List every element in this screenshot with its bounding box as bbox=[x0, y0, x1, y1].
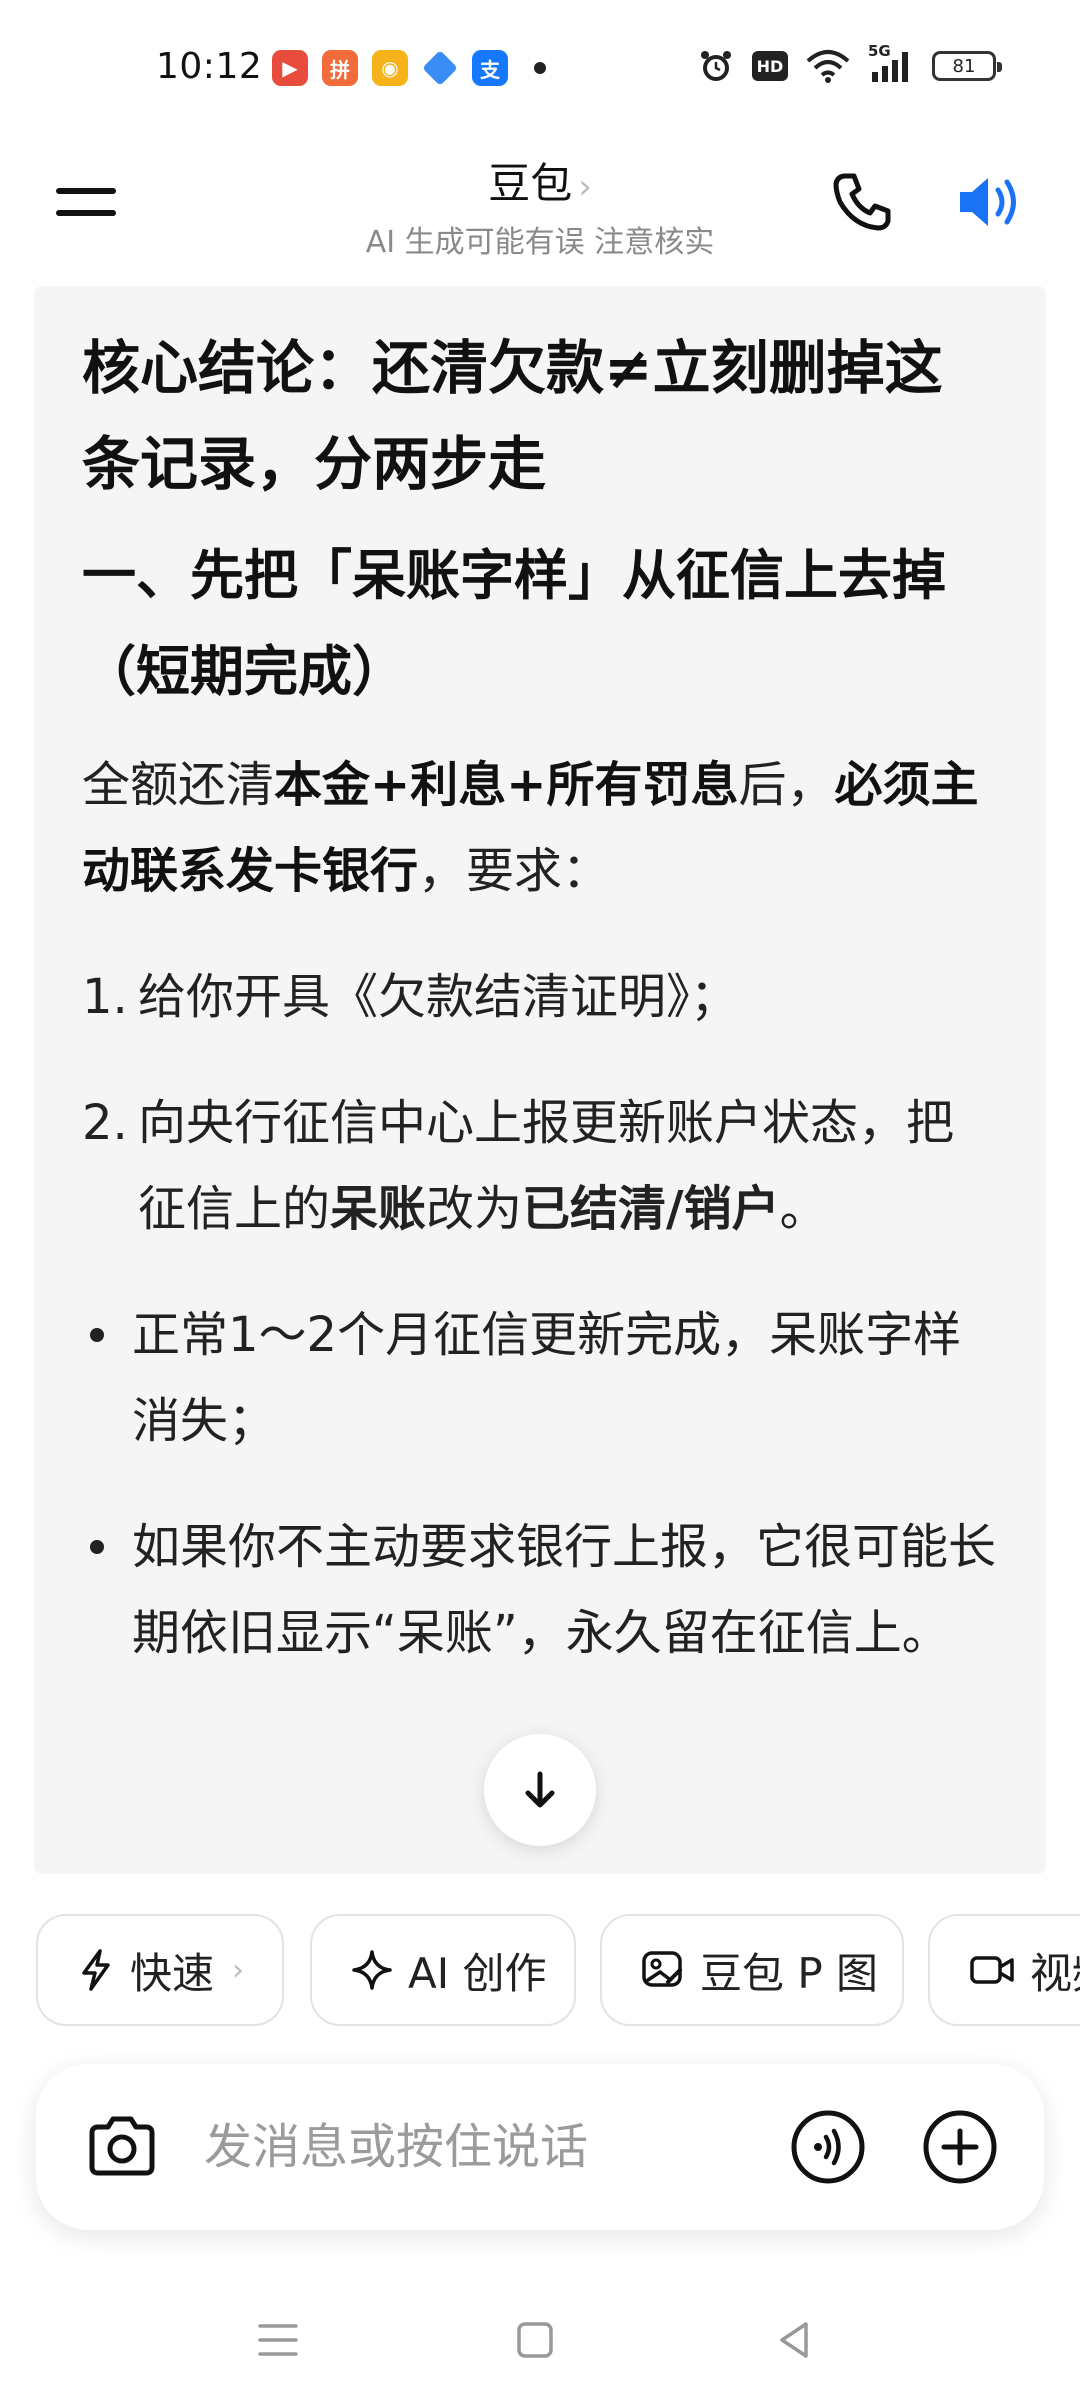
hd-icon: HD bbox=[752, 51, 788, 81]
camera-icon bbox=[89, 2116, 155, 2176]
signal-icon: 5G bbox=[868, 42, 914, 84]
message-input-bar bbox=[36, 2064, 1044, 2230]
nav-back-button[interactable] bbox=[764, 2310, 824, 2370]
more-notifications-dot bbox=[534, 62, 546, 74]
bullet-icon bbox=[90, 1328, 104, 1342]
plus-icon bbox=[923, 2110, 997, 2184]
speaker-button[interactable] bbox=[950, 162, 1030, 242]
recents-menu-icon bbox=[258, 2324, 298, 2356]
sparkle-icon bbox=[352, 1950, 392, 1990]
intro-text: 全额还清 bbox=[82, 757, 275, 813]
home-square-icon bbox=[517, 2322, 553, 2358]
speaker-icon bbox=[960, 178, 1016, 226]
bullet-text: 正常1～2个月征信更新完成，呆账字样消失； bbox=[132, 1307, 962, 1449]
list-item-text: 。 bbox=[779, 1181, 828, 1237]
bullet-list-item: 正常1～2个月征信更新完成，呆账字样消失； bbox=[82, 1292, 996, 1464]
alarm-icon bbox=[701, 51, 731, 81]
phone-call-button[interactable] bbox=[822, 162, 902, 242]
ai-message-card: 核心结论：还清欠款≠立刻删掉这条记录，分两步走 一、先把「呆账字样」从征信上去掉… bbox=[34, 286, 1046, 1874]
chat-header: 豆包 › AI 生成可能有误 注意核实 bbox=[0, 140, 1080, 270]
ai-disclaimer: AI 生成可能有误 注意核实 bbox=[365, 225, 715, 260]
chip-fast[interactable]: 快速 › bbox=[36, 1914, 284, 2026]
chat-title[interactable]: 豆包 › bbox=[0, 150, 1080, 211]
quick-action-chips: 快速 › AI 创作 豆包 P 图 视频 bbox=[36, 1914, 1080, 2026]
chat-title-area[interactable]: 豆包 › AI 生成可能有误 注意核实 bbox=[0, 150, 1080, 261]
intro-text: 后， bbox=[738, 757, 835, 813]
wifi-icon bbox=[806, 50, 850, 83]
nav-menu-button[interactable] bbox=[248, 2310, 308, 2370]
list-item-text: 给你开具《欠款结清证明》； bbox=[138, 969, 739, 1025]
list-number: 2. bbox=[82, 1095, 128, 1151]
ordered-list-item: 2. 向央行征信中心上报更新账户状态，把征信上的呆账改为已结清/销户。 bbox=[82, 1080, 996, 1252]
back-triangle-icon bbox=[780, 2322, 808, 2358]
list-item-bold-text: 已结清/销户 bbox=[522, 1181, 780, 1237]
intro-bold-text: 本金+利息+所有罚息 bbox=[274, 757, 739, 813]
video-app-icon: ▶ bbox=[272, 50, 308, 86]
status-time: 10:12 bbox=[156, 46, 263, 87]
nav-home-button[interactable] bbox=[505, 2310, 565, 2370]
list-number: 1. bbox=[82, 969, 128, 1025]
weibo-icon: ◉ bbox=[372, 50, 408, 86]
battery-indicator: 81 bbox=[932, 51, 1002, 81]
phone-icon bbox=[833, 173, 891, 231]
list-item-bold-text: 呆账 bbox=[330, 1181, 427, 1237]
voice-call-button[interactable] bbox=[788, 2107, 868, 2187]
intro-text: ，要求： bbox=[418, 843, 611, 899]
chip-label: 快速 bbox=[130, 1948, 215, 1998]
lightning-icon bbox=[82, 1949, 110, 1991]
notification-icons: ▶ 拼 ◉ 支 bbox=[272, 50, 546, 86]
bullet-list-item: 如果你不主动要求银行上报，它很可能长期依旧显示“呆账”，永久留在征信上。 bbox=[82, 1504, 996, 1676]
chip-label: 豆包 P 图 bbox=[700, 1948, 879, 1998]
chip-ai-create[interactable]: AI 创作 bbox=[310, 1914, 576, 2026]
camera-button[interactable] bbox=[82, 2107, 162, 2187]
scroll-to-bottom-button[interactable] bbox=[484, 1734, 596, 1846]
bullet-text: 如果你不主动要求银行上报，它很可能长期依旧显示“呆账”，永久留在征信上。 bbox=[132, 1519, 997, 1661]
chip-video[interactable]: 视频 bbox=[928, 1914, 1080, 2026]
list-item-text: 改为 bbox=[426, 1181, 523, 1237]
chip-label: 视频 bbox=[1030, 1948, 1080, 1998]
arrow-down-icon bbox=[525, 1771, 555, 1808]
message-input[interactable] bbox=[204, 2104, 764, 2190]
section-title: 一、先把「呆账字样」从征信上去掉（短期完成） bbox=[82, 544, 946, 703]
blue-app-icon bbox=[422, 50, 458, 86]
chip-image-edit[interactable]: 豆包 P 图 bbox=[600, 1914, 904, 2026]
video-camera-icon bbox=[970, 1956, 1014, 1984]
alipay-icon: 支 bbox=[472, 50, 508, 86]
status-bar: 10:12 ▶ 拼 ◉ 支 HD 5G 81 bbox=[0, 0, 1080, 140]
chevron-right-icon: › bbox=[232, 1952, 245, 1988]
shopping-app-icon: 拼 bbox=[322, 50, 358, 86]
system-status: HD 5G 81 bbox=[698, 42, 1002, 84]
add-attachment-button[interactable] bbox=[920, 2107, 1000, 2187]
image-edit-icon bbox=[642, 1951, 682, 1987]
bullet-icon bbox=[90, 1540, 104, 1554]
system-navigation-bar bbox=[0, 2290, 1080, 2400]
chat-title-text: 豆包 bbox=[488, 159, 573, 208]
answer-heading: 核心结论：还清欠款≠立刻删掉这条记录，分两步走 bbox=[82, 334, 943, 498]
ordered-list-item: 1. 给你开具《欠款结清证明》； bbox=[82, 954, 996, 1040]
intro-paragraph: 全额还清本金+利息+所有罚息后，必须主动联系发卡银行，要求： bbox=[82, 742, 996, 914]
chip-label: AI 创作 bbox=[408, 1948, 547, 1998]
voice-wave-icon bbox=[791, 2110, 865, 2184]
chevron-right-icon: › bbox=[578, 167, 592, 207]
